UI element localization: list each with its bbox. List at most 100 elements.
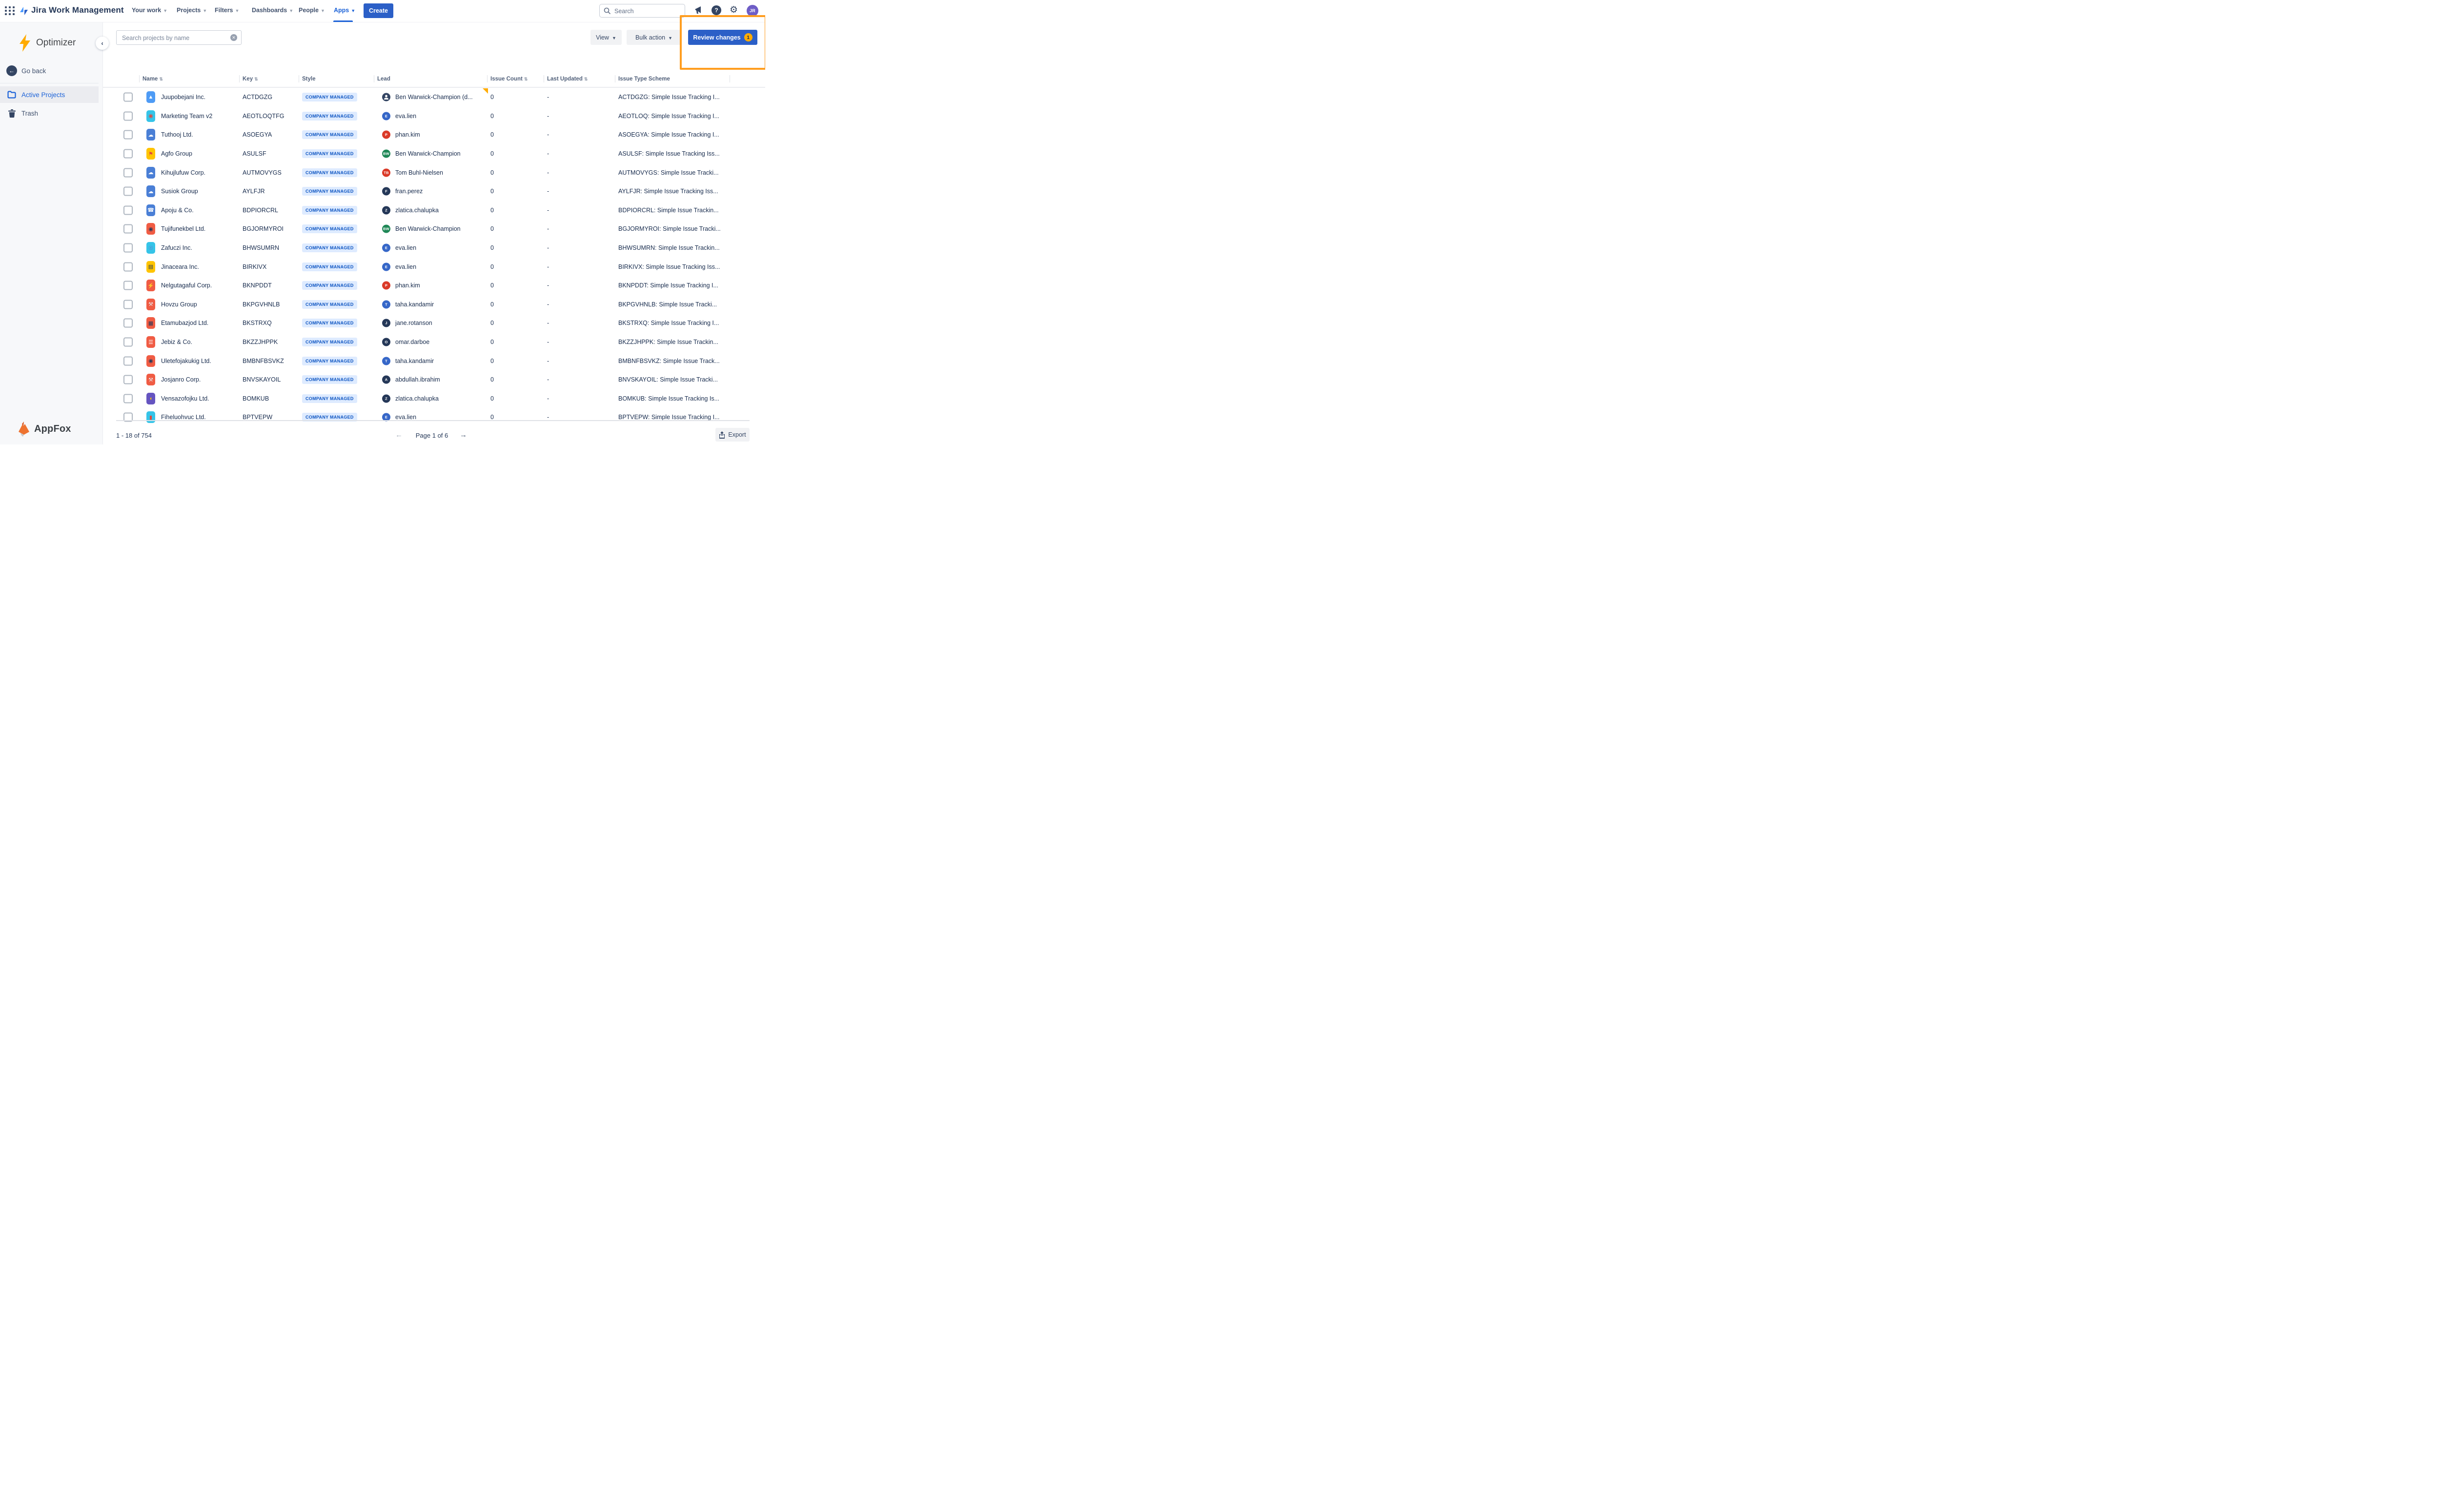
row-checkbox[interactable] — [123, 319, 133, 328]
person-icon — [384, 95, 389, 100]
project-name[interactable]: Vensazofojku Ltd. — [161, 395, 209, 402]
table-row[interactable]: ⚡ Nelgutagaful Corp. BKNPDDT COMPANY MAN… — [102, 276, 765, 295]
project-name[interactable]: Jinaceara Inc. — [161, 263, 199, 270]
project-name[interactable]: Uletefojakukig Ltd. — [161, 358, 211, 364]
help-icon[interactable]: ? — [712, 5, 721, 15]
nav-apps[interactable]: Apps▼ — [334, 7, 355, 14]
table-row[interactable]: ⚑ Agfo Group ASULSF COMPANY MANAGED BW B… — [102, 144, 765, 163]
next-page-arrow-icon[interactable]: → — [460, 431, 467, 439]
project-name[interactable]: Etamubazjod Ltd. — [161, 320, 208, 326]
project-name[interactable]: Hovzu Group — [161, 301, 197, 308]
project-name[interactable]: Tuthooj Ltd. — [161, 131, 193, 138]
project-name[interactable]: Josjanro Corp. — [161, 376, 201, 383]
table-row[interactable]: ◉ Uletefojakukig Ltd. BMBNFBSVKZ COMPANY… — [102, 351, 765, 370]
project-name[interactable]: Marketing Team v2 — [161, 113, 212, 120]
clear-search-icon[interactable]: ✕ — [230, 34, 237, 41]
table-row[interactable]: ▤ Jinaceara Inc. BIRKIVX COMPANY MANAGED… — [102, 257, 765, 276]
row-checkbox[interactable] — [123, 281, 133, 290]
row-checkbox[interactable] — [123, 205, 133, 215]
column-header-style[interactable]: Style — [302, 76, 316, 82]
collapse-sidebar-button[interactable]: ‹ — [96, 37, 109, 50]
create-button[interactable]: Create — [364, 3, 393, 18]
table-row[interactable]: ☉ Zafuczi Inc. BHWSUMRN COMPANY MANAGED … — [102, 239, 765, 258]
column-header-lead[interactable]: Lead — [377, 76, 390, 82]
review-changes-button[interactable]: Review changes 1 — [688, 30, 757, 45]
lead-avatar: F — [382, 187, 390, 196]
column-header-name[interactable]: Name⇅ — [142, 76, 163, 82]
app-switcher-icon[interactable] — [5, 6, 16, 16]
table-row[interactable]: ☁ Susiok Group AYLFJR COMPANY MANAGED F … — [102, 182, 765, 201]
table-row[interactable]: ◉ Marketing Team v2 AEOTLOQTFG COMPANY M… — [102, 107, 765, 126]
table-row[interactable]: ▲ Juupobejani Inc. ACTDGZG COMPANY MANAG… — [102, 88, 765, 107]
row-checkbox[interactable] — [123, 130, 133, 140]
style-badge: COMPANY MANAGED — [302, 262, 357, 271]
column-header-issue-count[interactable]: Issue Count⇅ — [490, 76, 528, 82]
table-row[interactable]: ▦ Etamubazjod Ltd. BKSTRXQ COMPANY MANAG… — [102, 314, 765, 333]
bulk-action-dropdown[interactable]: Bulk action▼ — [627, 30, 681, 45]
view-dropdown[interactable]: View▼ — [590, 30, 622, 45]
project-name[interactable]: Kihujlufuw Corp. — [161, 169, 205, 176]
project-name[interactable]: Juupobejani Inc. — [161, 94, 205, 101]
column-header-key[interactable]: Key⇅ — [243, 76, 258, 82]
last-updated: - — [547, 282, 549, 289]
project-name[interactable]: Apoju & Co. — [161, 207, 194, 214]
nav-dashboards[interactable]: Dashboards▼ — [252, 7, 293, 14]
user-avatar[interactable]: JR — [747, 5, 758, 17]
column-header-last-updated[interactable]: Last Updated⇅ — [547, 76, 588, 82]
project-search-input[interactable] — [121, 32, 225, 44]
row-checkbox[interactable] — [123, 262, 133, 271]
project-name[interactable]: Jebiz & Co. — [161, 339, 192, 345]
row-checkbox[interactable] — [123, 375, 133, 384]
row-checkbox[interactable] — [123, 111, 133, 121]
row-checkbox[interactable] — [123, 356, 133, 365]
nav-your-work[interactable]: Your work▼ — [132, 7, 167, 14]
project-key: BIRKIVX — [243, 263, 266, 270]
lead-name: zlatica.chalupka — [395, 207, 439, 214]
global-search-input[interactable] — [613, 5, 683, 17]
lead-name: Tom Buhl-Nielsen — [395, 169, 443, 176]
notifications-icon[interactable] — [694, 5, 704, 18]
table-row[interactable]: ☰ Jebiz & Co. BKZZJHPPK COMPANY MANAGED … — [102, 333, 765, 352]
row-checkbox[interactable] — [123, 300, 133, 309]
project-name[interactable]: Nelgutagaful Corp. — [161, 282, 212, 289]
sidebar-item-trash[interactable]: Trash — [0, 105, 99, 121]
nav-filters[interactable]: Filters▼ — [215, 7, 239, 14]
row-checkbox[interactable] — [123, 187, 133, 196]
sidebar-item-active-projects[interactable]: Active Projects — [0, 86, 99, 103]
style-badge: COMPANY MANAGED — [302, 224, 357, 233]
row-checkbox[interactable] — [123, 149, 133, 159]
nav-projects[interactable]: Projects▼ — [177, 7, 207, 14]
row-checkbox[interactable] — [123, 394, 133, 403]
row-checkbox[interactable] — [123, 168, 133, 177]
table-row[interactable]: ☁ Kihujlufuw Corp. AUTMOVYGS COMPANY MAN… — [102, 163, 765, 182]
project-name[interactable]: Susiok Group — [161, 188, 198, 195]
row-checkbox[interactable] — [123, 338, 133, 347]
project-name[interactable]: Tujifunekbel Ltd. — [161, 225, 205, 232]
table-row[interactable]: ⚒ Josjanro Corp. BNVSKAYOIL COMPANY MANA… — [102, 370, 765, 389]
settings-gear-icon[interactable]: ⚙ — [730, 5, 738, 15]
alien-icon: ☉ — [146, 242, 155, 254]
table-row[interactable]: ☁ Tuthooj Ltd. ASOEGYA COMPANY MANAGED P… — [102, 125, 765, 144]
project-name[interactable]: Agfo Group — [161, 150, 192, 157]
row-checkbox[interactable] — [123, 224, 133, 234]
row-checkbox[interactable] — [123, 93, 133, 102]
export-button[interactable]: Export — [715, 428, 750, 442]
issue-type-scheme: BDPIORCRL: Simple Issue Trackin... — [618, 207, 719, 214]
row-checkbox[interactable] — [123, 243, 133, 253]
lead-avatar: E — [382, 244, 390, 252]
table-row[interactable]: ⚒ Hovzu Group BKPGVHNLB COMPANY MANAGED … — [102, 295, 765, 314]
wallet-icon: ▤ — [146, 261, 155, 273]
table-row[interactable]: ◖ Vensazofojku Ltd. BOMKUB COMPANY MANAG… — [102, 389, 765, 408]
table-row[interactable]: ☎ Apoju & Co. BDPIORCRL COMPANY MANAGED … — [102, 201, 765, 220]
chevron-down-icon: ▼ — [351, 8, 355, 13]
column-header-issue-type-scheme[interactable]: Issue Type Scheme — [618, 76, 670, 82]
table-row[interactable]: ◉ Tujifunekbel Ltd. BGJORMYROI COMPANY M… — [102, 220, 765, 239]
app-title[interactable]: Jira Work Management — [31, 5, 124, 15]
previous-page-arrow-icon[interactable]: ← — [395, 431, 403, 439]
nav-people[interactable]: People▼ — [299, 7, 325, 14]
project-name[interactable]: Zafuczi Inc. — [161, 244, 192, 251]
page-indicator: Page 1 of 6 — [410, 432, 454, 439]
style-badge: COMPANY MANAGED — [302, 168, 357, 177]
sidebar-item-go-back[interactable]: ← Go back — [0, 62, 99, 79]
style-badge: COMPANY MANAGED — [302, 130, 357, 139]
